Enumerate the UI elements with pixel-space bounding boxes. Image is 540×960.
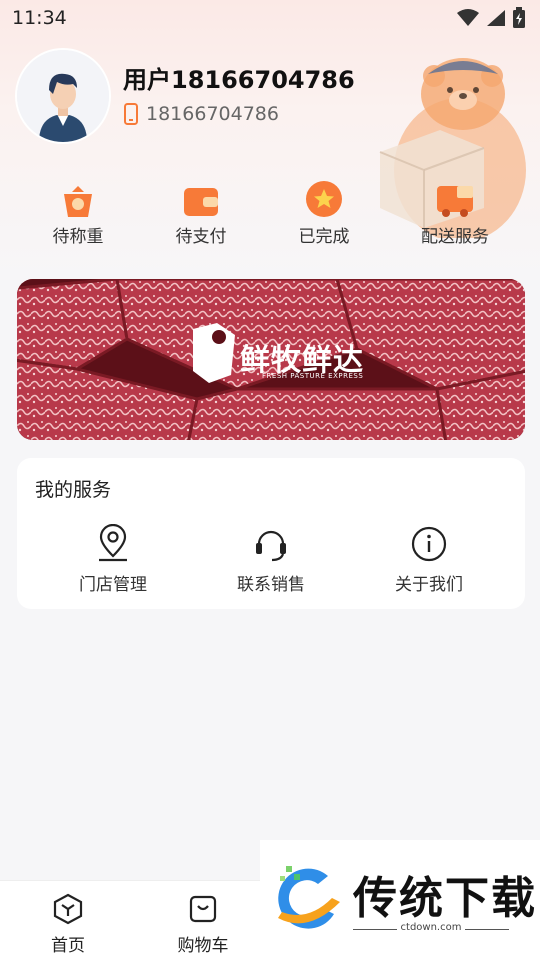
service-label: 门店管理 (79, 575, 147, 595)
nav-label: 购物车 (177, 936, 229, 956)
order-item-pending-weigh[interactable]: 待称重 (23, 178, 133, 247)
location-pin-icon (99, 524, 127, 562)
nav-home[interactable]: 首页 (28, 893, 108, 956)
order-item-label: 待称重 (52, 227, 104, 247)
home-cube-icon (53, 893, 83, 925)
order-status-row: 待称重 待支付 已完成 配送服务 (0, 178, 540, 248)
user-phone: 18166704786 (146, 103, 279, 125)
watermark-logo-icon (278, 866, 340, 929)
nav-cart[interactable]: 购物车 (163, 893, 243, 956)
nav-label: 首页 (51, 936, 85, 956)
status-time: 11:34 (12, 7, 67, 29)
battery-icon (513, 7, 525, 28)
status-icons (456, 7, 526, 29)
avatar[interactable] (17, 50, 109, 142)
shopping-bag-icon (189, 895, 217, 923)
phone-icon (124, 103, 138, 125)
order-item-pending-payment[interactable]: 待支付 (146, 178, 256, 247)
service-contact-sales[interactable]: 联系销售 (201, 524, 341, 595)
order-item-label: 配送服务 (421, 227, 489, 247)
status-bar: 11:34 (0, 0, 540, 36)
headset-icon (256, 530, 286, 562)
wifi-icon (457, 9, 479, 26)
service-about-us[interactable]: 关于我们 (359, 524, 499, 595)
service-label: 关于我们 (395, 575, 463, 595)
watermark-title: 传统下载 (353, 873, 537, 924)
watermark-url: ctdown.com (353, 922, 509, 933)
wallet-icon (184, 188, 218, 216)
user-name: 用户18166704786 (123, 66, 355, 94)
order-item-label: 待支付 (175, 227, 227, 247)
services-card: 我的服务 门店管理 联系销售 关于我们 (17, 458, 525, 609)
order-item-delivery-service[interactable]: 配送服务 (400, 178, 510, 247)
banner-tagline: FRESH PASTURE EXPRESS (262, 372, 364, 380)
cellular-signal-icon (487, 10, 505, 26)
info-icon (411, 526, 447, 562)
service-store-management[interactable]: 门店管理 (43, 524, 183, 595)
user-avatar-icon (17, 50, 109, 142)
order-item-label: 已完成 (298, 227, 350, 247)
order-item-completed[interactable]: 已完成 (269, 178, 379, 247)
delivery-truck-icon (437, 186, 473, 217)
user-phone-row: 18166704786 (124, 103, 279, 125)
star-badge-icon (306, 181, 342, 217)
services-title: 我的服务 (35, 479, 112, 501)
scale-icon (64, 186, 92, 217)
service-label: 联系销售 (237, 575, 305, 595)
